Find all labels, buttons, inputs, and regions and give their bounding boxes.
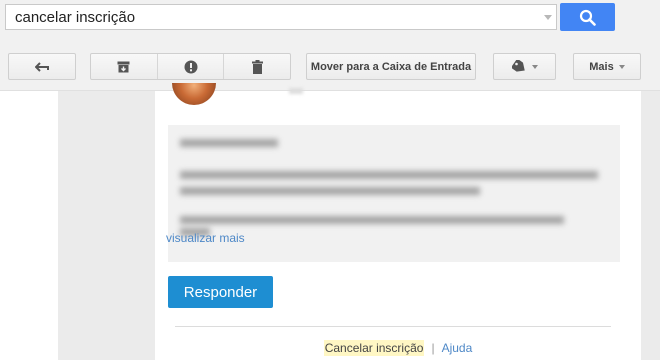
back-arrow-icon xyxy=(35,61,49,72)
more-label: Mais xyxy=(589,60,614,73)
left-gutter xyxy=(0,91,58,360)
move-to-inbox-button[interactable]: Mover para a Caixa de Entrada xyxy=(306,53,476,80)
footer-separator: | xyxy=(431,341,435,355)
email-footer: Cancelar inscrição | Ajuda xyxy=(155,340,641,356)
archive-icon xyxy=(117,61,130,72)
reply-button[interactable]: Responder xyxy=(168,276,273,308)
move-to-inbox-label: Mover para a Caixa de Entrada xyxy=(310,60,472,73)
unsubscribe-link[interactable]: Cancelar inscrição xyxy=(323,340,425,356)
message-toolbar: Mover para a Caixa de Entrada Mais xyxy=(0,40,660,91)
labels-button[interactable] xyxy=(493,53,556,80)
trash-icon xyxy=(251,59,263,74)
archive-button[interactable] xyxy=(91,54,158,79)
action-button-group xyxy=(90,53,291,80)
redacted-line xyxy=(180,139,278,147)
help-link[interactable]: Ajuda xyxy=(442,341,473,355)
email-message-card: visualizar mais Responder Cancelar inscr… xyxy=(155,83,641,360)
search-query-text: cancelar inscrição xyxy=(15,9,136,26)
search-icon xyxy=(579,9,596,26)
more-dropdown-icon xyxy=(618,64,625,69)
sender-detail-redacted xyxy=(289,88,303,94)
redacted-line xyxy=(180,187,480,195)
redacted-line xyxy=(180,216,564,224)
more-button[interactable]: Mais xyxy=(573,53,641,80)
labels-dropdown-icon xyxy=(531,64,538,69)
spam-alert-icon xyxy=(184,60,197,73)
delete-button[interactable] xyxy=(224,54,290,79)
footer-divider xyxy=(175,326,611,327)
label-tag-icon xyxy=(511,60,525,72)
back-button[interactable] xyxy=(8,53,76,80)
redacted-line xyxy=(180,171,598,179)
view-more-link[interactable]: visualizar mais xyxy=(166,231,245,245)
search-options-dropdown-icon[interactable] xyxy=(544,15,552,20)
report-spam-button[interactable] xyxy=(158,54,225,79)
search-input[interactable]: cancelar inscrição xyxy=(5,4,557,30)
top-bar: cancelar inscrição xyxy=(0,0,660,41)
search-button[interactable] xyxy=(560,3,615,31)
sender-avatar xyxy=(172,83,216,105)
